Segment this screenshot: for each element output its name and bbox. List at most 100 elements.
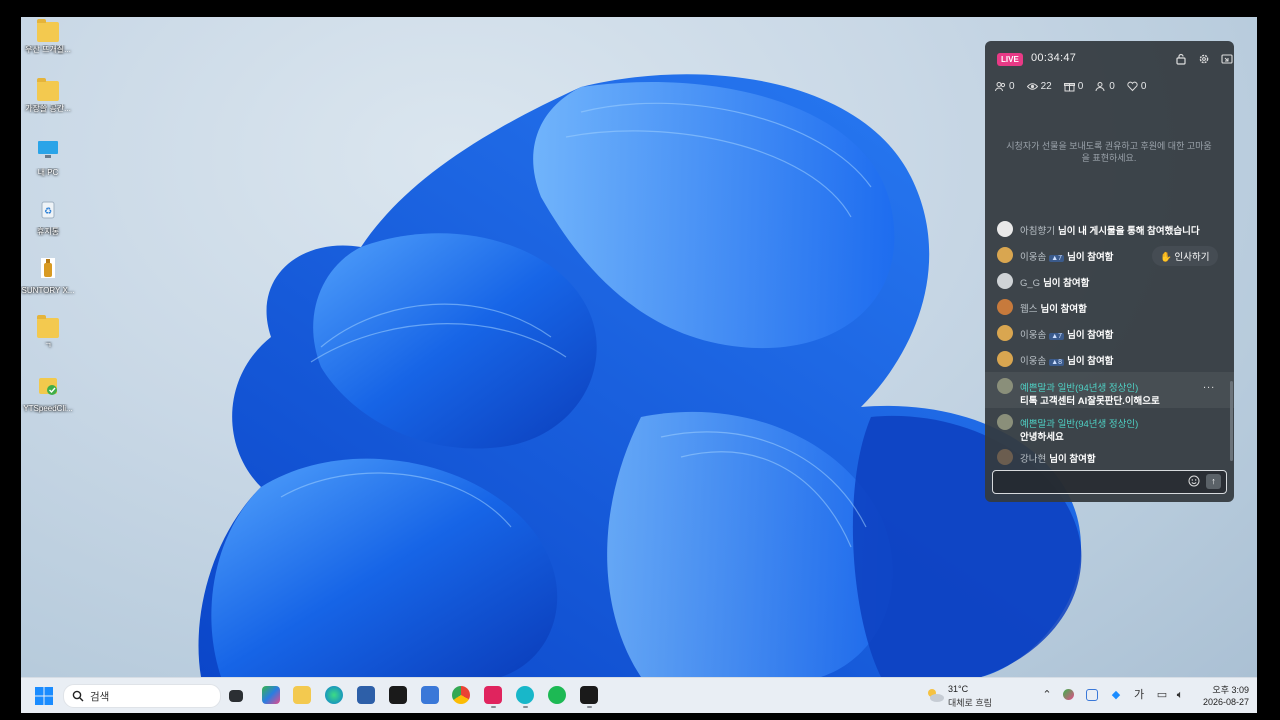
chat-action: 님이 참여함 (1067, 330, 1114, 341)
stat-gifts: 0 (1063, 81, 1083, 92)
stat-value: 0 (1140, 81, 1147, 92)
desktop-icon-recycle-bin[interactable]: ♻ 휴지통 (21, 199, 78, 237)
volume-icon[interactable]: 🔈︎ (1173, 688, 1187, 702)
avatar (997, 221, 1013, 237)
chat-scrollbar[interactable] (1230, 381, 1233, 461)
desktop-screen: 우산 뜨개질... 가장쓸 공간... 내 PC ♻ 휴지통 SUNTORY X… (21, 17, 1257, 713)
task-view-icon[interactable] (229, 690, 243, 702)
skype-icon[interactable] (516, 686, 534, 708)
chat-username: 강나현 (1020, 454, 1047, 465)
clock-time: 오후 3:09 (1212, 685, 1249, 695)
bottle-icon (41, 258, 55, 278)
chat-action: 님이 참여함 (1067, 356, 1114, 367)
spotify-icon[interactable] (548, 686, 566, 704)
chat-username: 예쁜말과 일반(94년생 정상인) (1020, 419, 1139, 430)
level-badge: ▲7 (1049, 333, 1065, 340)
avatar (997, 299, 1013, 315)
gear-icon[interactable] (1198, 53, 1210, 65)
avatar (997, 378, 1013, 394)
lock-icon[interactable] (1175, 53, 1187, 65)
network-badge-icon[interactable]: ◆ (1109, 688, 1123, 702)
live-timer: 00:34:47 (1031, 52, 1077, 64)
desktop-icon-label: 휴지통 (36, 227, 60, 236)
search-placeholder: 검색 (90, 691, 110, 703)
gift-icon (1063, 83, 1075, 92)
greet-button-label: 인사하기 (1174, 252, 1210, 263)
desktop-icon-suntory[interactable]: SUNTORY X... (21, 258, 78, 296)
folder-icon (37, 315, 59, 338)
svg-text:♻: ♻ (44, 206, 52, 216)
avatar (997, 351, 1013, 367)
store-icon[interactable] (357, 686, 375, 704)
chat-action: 님이 내 게시물을 통해 참여했습니다 (1057, 226, 1200, 237)
security-icon[interactable] (1086, 689, 1098, 701)
chat-action: 님이 참여함 (1049, 454, 1096, 465)
taskbar-clock[interactable]: 오후 3:09 2026-08-27 (1193, 684, 1249, 708)
desktop-icon-this-pc[interactable]: 내 PC (21, 140, 78, 178)
chat-action: 님이 참여함 (1043, 278, 1090, 289)
desktop-icon-label: SUNTORY X... (21, 286, 75, 295)
cloud-sun-icon (928, 689, 944, 702)
stats-row: 0 22 0 0 0 (995, 81, 1146, 92)
chat-input[interactable]: ↑ (992, 470, 1227, 494)
send-button[interactable]: ↑ (1206, 474, 1221, 489)
chat-action: 님이 참여함 (1067, 252, 1114, 263)
panel-header: LIVE 00:34:47 (997, 52, 1233, 68)
heart-icon (1127, 81, 1138, 92)
desktop-icon-label: ㄱ (44, 341, 52, 350)
desktop-icon-ytspeedclick[interactable]: YTSpeedCli... (21, 376, 78, 414)
greet-button[interactable]: ✋ 인사하기 (1152, 246, 1219, 266)
monitor-icon (38, 141, 58, 158)
stat-value: 0 (1109, 81, 1115, 92)
taskbar: 검색 31°C 대체로 흐림 ⌃ ◆ 가 ▭ 🔈︎ 오후 3:09 2026-0… (21, 677, 1257, 713)
level-value: 8 (1058, 359, 1063, 366)
chat-username: 이웅솜 (1020, 330, 1047, 341)
outlook-icon[interactable] (421, 686, 439, 704)
edge-icon[interactable] (325, 686, 343, 704)
weather-widget[interactable]: 31°C 대체로 흐림 (923, 683, 1003, 709)
avatar (997, 414, 1013, 430)
chat-username: 아침향기 (1020, 226, 1055, 237)
minimize-window-icon[interactable] (1221, 53, 1233, 65)
app-icon (39, 378, 57, 395)
chat-username: G_G (1020, 278, 1041, 289)
level-value: 7 (1058, 333, 1063, 340)
chat-comment-text: 티톡 고객센터 AI잘못판단.이해으로 (1020, 396, 1160, 407)
capcut-icon[interactable] (389, 686, 407, 704)
stat-value: 0 (1009, 81, 1015, 92)
weather-desc: 대체로 흐림 (948, 698, 992, 708)
display-icon[interactable]: ▭ (1155, 688, 1169, 702)
avatar (997, 325, 1013, 341)
folder-icon (37, 19, 59, 42)
copilot-tray-icon[interactable] (1063, 689, 1074, 700)
copilot-icon[interactable] (262, 686, 280, 704)
chat-username: 웹스 (1020, 304, 1038, 315)
avatar (997, 247, 1013, 263)
emoji-icon[interactable] (1188, 475, 1200, 487)
avatar (997, 449, 1013, 465)
stat-joins: 0 (1095, 81, 1115, 92)
level-badge: ▲7 (1049, 255, 1065, 262)
windows-start-icon[interactable] (35, 687, 53, 705)
ime-indicator[interactable]: 가 (1132, 688, 1146, 702)
desktop-icon-folder-1[interactable]: 우산 뜨개질... (21, 19, 78, 55)
stat-value: 22 (1040, 81, 1052, 92)
desktop-icon-label: YTSpeedCli... (23, 404, 73, 413)
file-explorer-icon[interactable] (293, 686, 311, 704)
chat-username: 이웅솜 (1020, 252, 1047, 263)
clock-date: 2026-08-27 (1202, 697, 1249, 707)
desktop-icon-folder-2[interactable]: 가장쓸 공간... (21, 78, 78, 114)
chrome-icon[interactable] (452, 686, 470, 704)
stat-followers: 0 (995, 81, 1015, 92)
level-value: 7 (1058, 255, 1063, 262)
desktop-icon-label: 우산 뜨개질... (25, 45, 71, 54)
more-options-button[interactable]: ... (1203, 379, 1215, 391)
tiktok-icon[interactable] (484, 686, 502, 708)
user-folder-icon (37, 78, 59, 101)
desktop-icon-folder-3[interactable]: ㄱ (21, 315, 78, 351)
capcut-icon-2[interactable] (580, 686, 598, 708)
taskbar-search-box[interactable]: 검색 (63, 684, 221, 708)
live-badge: LIVE (997, 53, 1023, 66)
chevron-up-icon[interactable]: ⌃ (1040, 688, 1054, 702)
level-badge: ▲8 (1049, 359, 1065, 366)
